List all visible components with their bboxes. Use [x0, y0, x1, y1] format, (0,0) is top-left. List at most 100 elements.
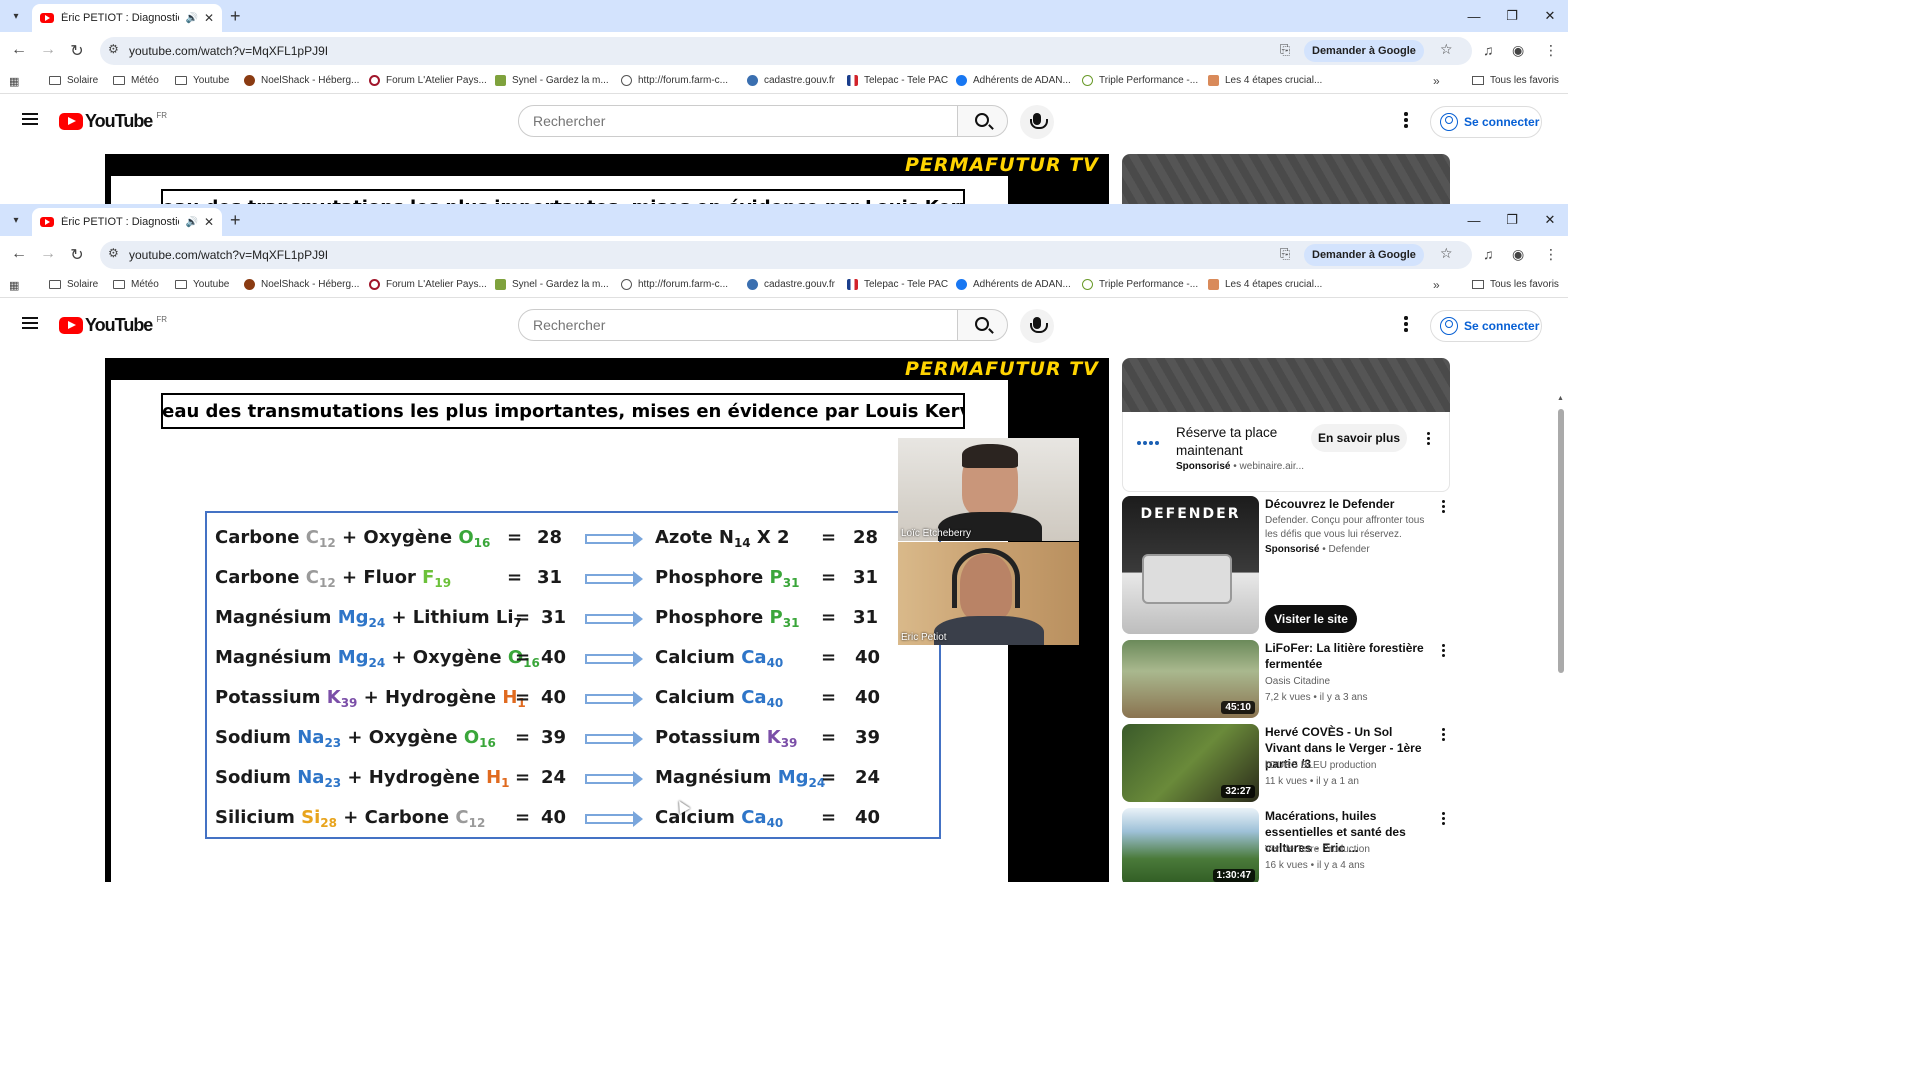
video-menu-icon[interactable]	[1442, 644, 1446, 659]
more-bookmarks-icon[interactable]: »	[1433, 278, 1440, 292]
tab-search-icon[interactable]: ▾	[6, 6, 26, 26]
ad-menu-icon[interactable]	[1427, 432, 1431, 447]
voice-search-icon[interactable]	[1020, 105, 1054, 139]
bookmark-folder[interactable]: Météo	[113, 75, 159, 86]
forward-icon[interactable]: →	[37, 41, 59, 59]
signin-button[interactable]: Se connecter	[1430, 310, 1542, 342]
page-scrollbar[interactable]: ▲	[1556, 395, 1566, 882]
bookmark-link[interactable]: Les 4 étapes crucial...	[1208, 75, 1322, 86]
close-tab-icon[interactable]: ✕	[204, 11, 214, 25]
close-tab-icon[interactable]: ✕	[204, 215, 214, 229]
tab-active[interactable]: Éric PETIOT : Diagnostic et c 🔊 ✕	[32, 208, 222, 236]
back-icon[interactable]: ←	[8, 245, 30, 263]
video-thumbnail[interactable]: DEFENDER	[1122, 496, 1259, 634]
tab-active[interactable]: Éric PETIOT : Diagnostic et c 🔊 ✕	[32, 4, 222, 32]
audio-playing-icon[interactable]: 🔊	[185, 217, 197, 228]
bookmark-folder[interactable]: Youtube	[175, 75, 229, 86]
ad-banner[interactable]	[1122, 154, 1450, 204]
search-input[interactable]: Rechercher	[518, 309, 958, 341]
voice-search-icon[interactable]	[1020, 309, 1054, 343]
bookmark-link[interactable]: Triple Performance -...	[1082, 279, 1198, 290]
site-info-icon[interactable]: ⚙	[108, 42, 119, 56]
bookmark-link[interactable]: cadastre.gouv.fr	[747, 75, 835, 86]
bookmark-link[interactable]: Adhérents de ADAN...	[956, 279, 1071, 290]
browser-menu-icon[interactable]: ⋮	[1544, 246, 1558, 263]
address-bar[interactable]: ⚙ youtube.com/watch?v=MqXFL1pPJ9I ⎘ Dema…	[100, 37, 1472, 65]
install-app-icon[interactable]: ⎘	[1280, 42, 1290, 58]
settings-menu-icon[interactable]	[1404, 112, 1408, 130]
ad-banner[interactable]	[1122, 358, 1450, 412]
bookmark-folder[interactable]: Solaire	[49, 75, 98, 86]
all-bookmarks-folder[interactable]: Tous les favoris	[1472, 279, 1559, 290]
bookmark-link[interactable]: Telepac - Tele PAC	[847, 75, 948, 86]
search-input[interactable]: Rechercher	[518, 105, 958, 137]
recommended-video[interactable]: 45:10 LiFoFer: La litière forestière fer…	[1122, 640, 1450, 718]
bookmark-link[interactable]: Triple Performance -...	[1082, 75, 1198, 86]
bookmark-folder[interactable]: Météo	[113, 279, 159, 290]
youtube-logo[interactable]: YouTube FR	[59, 111, 167, 132]
settings-menu-icon[interactable]	[1404, 316, 1408, 334]
profile-icon[interactable]: ◉	[1512, 42, 1524, 59]
url-text[interactable]: youtube.com/watch?v=MqXFL1pPJ9I	[129, 44, 328, 58]
reload-icon[interactable]: ↻	[66, 245, 88, 265]
more-bookmarks-icon[interactable]: »	[1433, 74, 1440, 88]
scrollbar-thumb[interactable]	[1558, 409, 1564, 673]
bookmark-link[interactable]: cadastre.gouv.fr	[747, 279, 835, 290]
bookmark-folder[interactable]: Solaire	[49, 279, 98, 290]
bookmark-link[interactable]: Telepac - Tele PAC	[847, 279, 948, 290]
search-button[interactable]	[957, 105, 1008, 137]
video-thumbnail[interactable]: 1:30:47	[1122, 808, 1259, 882]
apps-grid-icon[interactable]: ▦	[9, 279, 19, 292]
profile-icon[interactable]: ◉	[1512, 246, 1524, 263]
bookmark-link[interactable]: Forum L'Atelier Pays...	[369, 279, 487, 290]
all-bookmarks-folder[interactable]: Tous les favoris	[1472, 75, 1559, 86]
reload-icon[interactable]: ↻	[66, 41, 88, 61]
recommended-video[interactable]: 1:30:47 Macérations, huiles essentielles…	[1122, 808, 1450, 882]
video-player[interactable]: Tableau des transmutations les plus impo…	[105, 358, 1109, 882]
close-window-icon[interactable]: ✕	[1530, 204, 1568, 236]
bookmark-folder[interactable]: Youtube	[175, 279, 229, 290]
site-info-icon[interactable]: ⚙	[108, 246, 119, 260]
sponsored-video[interactable]: DEFENDER Découvrez le Defender Defender.…	[1122, 496, 1450, 634]
bookmark-link[interactable]: NoelShack - Héberg...	[244, 279, 359, 290]
new-tab-icon[interactable]: +	[230, 6, 241, 27]
forward-icon[interactable]: →	[37, 245, 59, 263]
video-menu-icon[interactable]	[1442, 812, 1446, 827]
minimize-icon[interactable]: —	[1454, 0, 1494, 32]
bookmark-link[interactable]: Adhérents de ADAN...	[956, 75, 1071, 86]
bookmark-link[interactable]: Les 4 étapes crucial...	[1208, 279, 1322, 290]
bookmark-star-icon[interactable]: ☆	[1440, 245, 1453, 262]
bookmark-link[interactable]: http://forum.farm-c...	[621, 279, 728, 290]
restore-icon[interactable]: ❐	[1492, 0, 1532, 32]
bookmark-link[interactable]: Synel - Gardez la m...	[495, 279, 609, 290]
bookmark-link[interactable]: Forum L'Atelier Pays...	[369, 75, 487, 86]
apps-grid-icon[interactable]: ▦	[9, 75, 19, 88]
video-channel[interactable]: Oasis Citadine	[1265, 676, 1330, 687]
recommended-video[interactable]: 32:27 Hervé COVÈS - Un Sol Vivant dans l…	[1122, 724, 1450, 802]
back-icon[interactable]: ←	[8, 41, 30, 59]
ad-card[interactable]: Réserve ta place maintenant Sponsorisé •…	[1122, 412, 1450, 492]
scroll-up-icon[interactable]: ▲	[1557, 395, 1564, 402]
url-text[interactable]: youtube.com/watch?v=MqXFL1pPJ9I	[129, 248, 328, 262]
browser-menu-icon[interactable]: ⋮	[1544, 42, 1558, 59]
video-player[interactable]: Tableau des transmutations les plus impo…	[105, 154, 1109, 204]
media-control-icon[interactable]: ♫	[1483, 246, 1494, 262]
close-window-icon[interactable]: ✕	[1530, 0, 1568, 32]
video-channel[interactable]: l'OURS BLEU production	[1265, 760, 1376, 771]
restore-icon[interactable]: ❐	[1492, 204, 1532, 236]
learn-more-button[interactable]: En savoir plus	[1311, 424, 1407, 452]
bookmark-link[interactable]: NoelShack - Héberg...	[244, 75, 359, 86]
menu-icon[interactable]	[22, 113, 38, 125]
minimize-icon[interactable]: —	[1454, 204, 1494, 236]
youtube-logo[interactable]: YouTube FR	[59, 315, 167, 336]
video-title[interactable]: LiFoFer: La litière forestière fermentée	[1265, 640, 1430, 672]
video-menu-icon[interactable]	[1442, 500, 1446, 515]
install-app-icon[interactable]: ⎘	[1280, 246, 1290, 262]
tab-search-icon[interactable]: ▾	[6, 210, 26, 230]
ask-google-button[interactable]: Demander à Google	[1304, 40, 1424, 62]
new-tab-icon[interactable]: +	[230, 210, 241, 231]
video-thumbnail[interactable]: 45:10	[1122, 640, 1259, 718]
ad-title[interactable]: Réserve ta place maintenant	[1176, 424, 1306, 460]
video-menu-icon[interactable]	[1442, 728, 1446, 743]
bookmark-link[interactable]: http://forum.farm-c...	[621, 75, 728, 86]
